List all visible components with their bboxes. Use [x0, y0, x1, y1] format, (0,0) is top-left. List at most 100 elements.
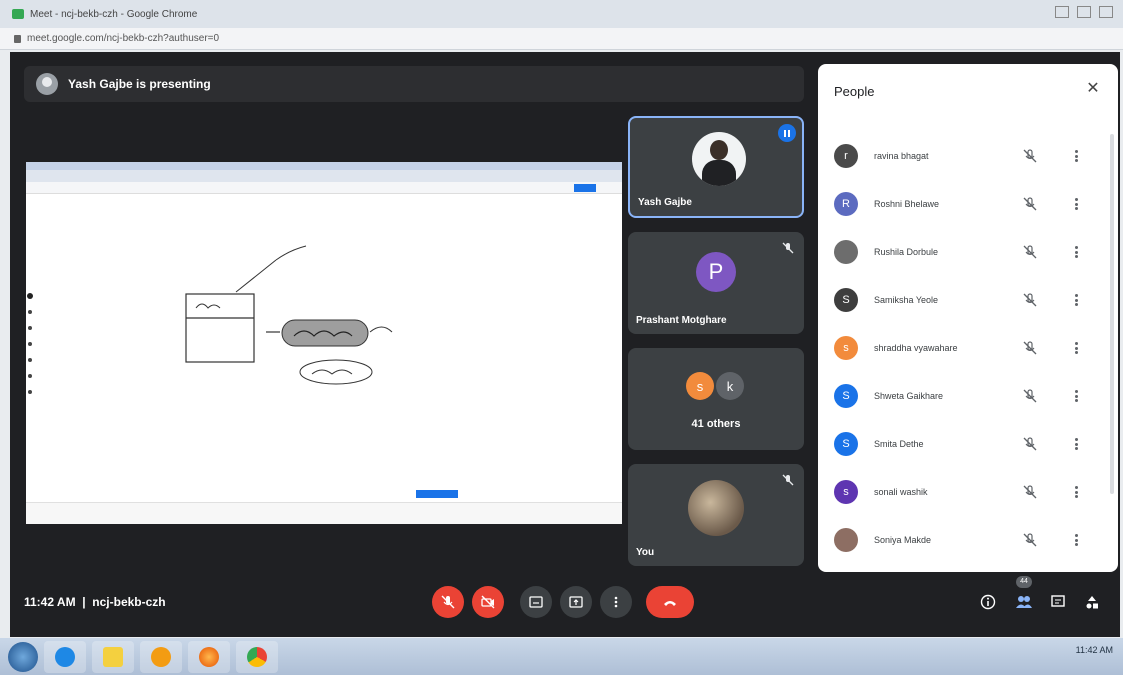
taskbar-explorer[interactable] [92, 640, 134, 673]
activities-button[interactable] [1080, 590, 1104, 614]
mic-toggle-button[interactable] [432, 586, 464, 618]
participant-row[interactable]: S Smita Dethe [818, 420, 1118, 468]
tile-name: You [636, 547, 655, 558]
internet-explorer-icon [55, 646, 75, 667]
more-vert-icon[interactable] [1068, 532, 1084, 548]
more-vert-icon[interactable] [1068, 244, 1084, 260]
participant-name: shraddha vyawahare [874, 343, 958, 353]
people-icon [1016, 596, 1032, 608]
participant-tile-presenter[interactable]: Yash Gajbe [628, 116, 804, 218]
participant-avatar: R [834, 192, 858, 216]
more-vert-icon[interactable] [1068, 484, 1084, 500]
participant-name: Rushila Dorbule [874, 247, 939, 257]
meet-favicon-icon [12, 9, 24, 19]
participant-row[interactable]: s sonali washik [818, 468, 1118, 516]
taskbar-media[interactable] [140, 640, 182, 673]
lock-icon [14, 34, 21, 43]
leave-call-button[interactable] [646, 586, 694, 618]
close-window-icon[interactable] [1099, 6, 1113, 18]
participant-name: Soniya Makde [874, 535, 932, 545]
captions-icon [529, 596, 543, 608]
address-bar[interactable]: meet.google.com/ncj-bekb-czh?authuser=0 [0, 28, 1123, 50]
participant-name: Roshni Bhelawe [874, 199, 940, 209]
meeting-details-button[interactable] [976, 590, 1000, 614]
self-tile[interactable]: You [628, 464, 804, 566]
more-vert-icon[interactable] [1068, 196, 1084, 212]
url-text[interactable]: meet.google.com/ncj-bekb-czh?authuser=0 [27, 33, 219, 44]
camera-toggle-button[interactable] [472, 586, 504, 618]
taskbar-ie[interactable] [44, 640, 86, 673]
participant-avatar: S [834, 288, 858, 312]
more-vert-icon[interactable] [1068, 148, 1084, 164]
activities-icon [1086, 596, 1098, 609]
participant-avatar [834, 240, 858, 264]
taskbar-firefox[interactable] [188, 640, 230, 673]
more-vert-icon[interactable] [1068, 388, 1084, 404]
people-panel-title: People [834, 84, 875, 99]
participant-row[interactable]: R Roshni Bhelawe [818, 180, 1118, 228]
more-vert-icon[interactable] [1068, 340, 1084, 356]
mic-off-icon[interactable] [1022, 436, 1038, 452]
mic-off-icon[interactable] [1022, 148, 1038, 164]
participant-avatar: r [834, 144, 858, 168]
participant-row[interactable]: r ravina bhagat [818, 132, 1118, 180]
participant-name: Smita Dethe [874, 439, 924, 449]
participant-row[interactable]: Soniya Makde [818, 516, 1118, 564]
chat-icon [1051, 595, 1065, 607]
more-options-button[interactable] [600, 586, 632, 618]
participant-avatar: P [696, 252, 736, 292]
tile-name: Prashant Motghare [636, 315, 727, 326]
presenter-photo [692, 132, 746, 186]
mic-off-icon[interactable] [1022, 484, 1038, 500]
presenter-avatar [36, 73, 58, 95]
taskbar-chrome[interactable] [236, 640, 278, 673]
chrome-icon [247, 646, 267, 667]
shared-screen-taskbar [26, 502, 622, 524]
system-tray[interactable]: 11:42 AM [1076, 644, 1113, 656]
participant-row[interactable]: Rushila Dorbule [818, 228, 1118, 276]
close-icon[interactable]: ✕ [1082, 78, 1104, 100]
people-panel: People ✕ r ravina bhagat R Roshni Bhelawe Ru… [818, 64, 1118, 572]
camera-off-icon [481, 595, 495, 609]
minimize-icon[interactable] [1055, 6, 1069, 18]
captions-button[interactable] [520, 586, 552, 618]
mic-off-icon [441, 595, 455, 609]
clock-time: 11:42 AM [24, 595, 76, 609]
participant-row[interactable]: S Samiksha Yeole [818, 276, 1118, 324]
media-player-icon [151, 646, 171, 667]
more-vert-icon[interactable] [1068, 436, 1084, 452]
mic-off-icon[interactable] [1022, 196, 1038, 212]
meeting-info: 11:42 AM | ncj-bekb-czh [24, 595, 166, 609]
participant-tile[interactable]: P Prashant Motghare [628, 232, 804, 334]
mic-off-icon[interactable] [1022, 532, 1038, 548]
chat-button[interactable] [1046, 590, 1070, 614]
others-count: 41 others [691, 418, 741, 430]
hang-up-icon [664, 601, 676, 606]
meet-window: Yash Gajbe is presenting Yash Gajbe P Pr… [10, 52, 1120, 637]
more-vert-icon[interactable] [1068, 292, 1084, 308]
mic-off-icon [782, 242, 794, 254]
present-now-button[interactable] [560, 586, 592, 618]
info-icon [980, 594, 996, 610]
mic-off-icon[interactable] [1022, 292, 1038, 308]
participant-avatar: S [834, 432, 858, 456]
shared-screen-tabs [26, 170, 622, 182]
more-vert-icon [614, 596, 618, 608]
others-tile[interactable]: s k 41 others [628, 348, 804, 450]
tray-time: 11:42 AM [1075, 645, 1113, 655]
browser-titlebar: Meet - ncj-bekb-czh - Google Chrome [0, 0, 1123, 28]
mic-off-icon[interactable] [1022, 388, 1038, 404]
people-button[interactable] [1012, 590, 1036, 614]
maximize-icon[interactable] [1077, 6, 1091, 18]
participant-row[interactable]: S Shweta Gaikhare [818, 372, 1118, 420]
firefox-icon [199, 646, 219, 667]
participant-row[interactable]: s shraddha vyawahare [818, 324, 1118, 372]
meeting-code: ncj-bekb-czh [92, 595, 166, 609]
folder-icon [103, 646, 123, 667]
participant-name: ravina bhagat [874, 151, 929, 161]
mic-off-icon[interactable] [1022, 244, 1038, 260]
participant-avatar: s [686, 372, 714, 400]
start-button-icon[interactable] [8, 641, 38, 672]
participant-name: sonali washik [874, 487, 928, 497]
mic-off-icon[interactable] [1022, 340, 1038, 356]
